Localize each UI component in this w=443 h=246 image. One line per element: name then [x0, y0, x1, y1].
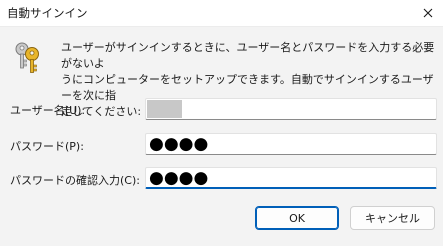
- username-label: ユーザー名(U):: [10, 104, 86, 117]
- cancel-button[interactable]: キャンセル: [350, 206, 435, 230]
- close-button[interactable]: [413, 0, 443, 26]
- username-field[interactable]: [145, 98, 437, 120]
- keys-icon: [15, 42, 39, 73]
- password-field[interactable]: ●●●●: [145, 133, 437, 155]
- username-value: [147, 100, 182, 118]
- title-bar: 自動サインイン: [0, 0, 443, 27]
- password-label: パスワード(P):: [10, 140, 84, 153]
- password-mask: ●●●●: [149, 134, 209, 154]
- confirm-password-label: パスワードの確認入力(C):: [10, 174, 140, 187]
- ok-button[interactable]: OK: [255, 206, 339, 230]
- window-title: 自動サインイン: [7, 6, 88, 20]
- confirm-password-mask: ●●●●: [149, 168, 209, 188]
- close-icon: [423, 8, 433, 18]
- auto-signin-dialog: 自動サインイン ユーザーがサインインするときに、ユーザー名とパスワードを入力する…: [0, 0, 443, 246]
- confirm-password-field[interactable]: ●●●●: [145, 167, 437, 189]
